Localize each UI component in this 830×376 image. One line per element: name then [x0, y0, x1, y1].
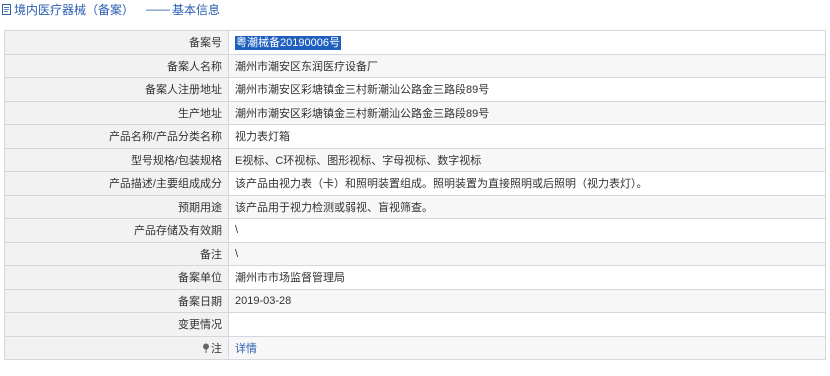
- row-value-record-number: 粤潮械备20190006号: [228, 30, 826, 55]
- pin-icon: [203, 343, 209, 353]
- row-value-product-name: 视力表灯箱: [228, 124, 826, 149]
- row-value-production-address: 潮州市潮安区彩塘镇金三村新潮汕公路金三路段89号: [228, 100, 826, 125]
- note-label-text: 注: [211, 342, 222, 355]
- table-row: 备案号 粤潮械备20190006号: [4, 30, 826, 55]
- table-row: 备注 \: [4, 241, 826, 266]
- table-row: 产品名称/产品分类名称 视力表灯箱: [4, 124, 826, 149]
- table-row: 注 详情: [4, 335, 826, 360]
- row-label-production-address: 生产地址: [4, 100, 229, 125]
- row-label-registered-address: 备案人注册地址: [4, 77, 229, 102]
- row-value-storage-validity: \: [228, 218, 826, 243]
- table-row: 备案单位 潮州市市场监督管理局: [4, 265, 826, 290]
- row-label-storage-validity: 产品存储及有效期: [4, 218, 229, 243]
- table-row: 产品存储及有效期 \: [4, 218, 826, 243]
- row-label-model-spec: 型号规格/包装规格: [4, 147, 229, 172]
- row-label-product-description: 产品描述/主要组成成分: [4, 171, 229, 196]
- page-title: 境内医疗器械（备案）: [14, 2, 135, 17]
- table-row: 备案人注册地址 潮州市潮安区彩塘镇金三村新潮汕公路金三路段89号: [4, 77, 826, 102]
- table-row: 备案人名称 潮州市潮安区东润医疗设备厂: [4, 53, 826, 78]
- row-value-filer-name: 潮州市潮安区东润医疗设备厂: [228, 53, 826, 78]
- row-value-registered-address: 潮州市潮安区彩塘镇金三村新潮汕公路金三路段89号: [228, 77, 826, 102]
- page-subtitle: 基本信息: [172, 2, 221, 17]
- row-label-note: 注: [4, 335, 229, 360]
- table-row: 变更情况: [4, 312, 826, 337]
- row-label-record-number: 备案号: [4, 30, 229, 55]
- details-link[interactable]: 详情: [235, 343, 257, 355]
- record-detail-table: 备案号 粤潮械备20190006号 备案人名称 潮州市潮安区东润医疗设备厂 备案…: [4, 30, 826, 360]
- row-value-filing-date: 2019-03-28: [228, 288, 826, 313]
- row-label-filer-name: 备案人名称: [4, 53, 229, 78]
- row-label-remarks: 备注: [4, 241, 229, 266]
- row-label-change-status: 变更情况: [4, 312, 229, 337]
- title-separator: ——: [146, 2, 171, 16]
- table-row: 生产地址 潮州市潮安区彩塘镇金三村新潮汕公路金三路段89号: [4, 100, 826, 125]
- row-value-change-status: [228, 312, 826, 337]
- selected-text: 粤潮械备20190006号: [235, 36, 341, 51]
- row-label-filing-authority: 备案单位: [4, 265, 229, 290]
- row-value-intended-use: 该产品用于视力检测或弱视、盲视筛查。: [228, 194, 826, 219]
- row-value-note: 详情: [228, 335, 826, 360]
- table-row: 备案日期 2019-03-28: [4, 288, 826, 313]
- table-row: 型号规格/包装规格 E视标、C环视标、图形视标、字母视标、数字视标: [4, 147, 826, 172]
- row-label-filing-date: 备案日期: [4, 288, 229, 313]
- page-header: 境内医疗器械（备案） —— 基本信息: [0, 0, 830, 18]
- row-label-intended-use: 预期用途: [4, 194, 229, 219]
- row-value-remarks: \: [228, 241, 826, 266]
- row-value-filing-authority: 潮州市市场监督管理局: [228, 265, 826, 290]
- table-row: 产品描述/主要组成成分 该产品由视力表（卡）和照明装置组成。照明装置为直接照明或…: [4, 171, 826, 196]
- table-row: 预期用途 该产品用于视力检测或弱视、盲视筛查。: [4, 194, 826, 219]
- row-value-product-description: 该产品由视力表（卡）和照明装置组成。照明装置为直接照明或后照明（视力表灯）。: [228, 171, 826, 196]
- row-label-product-name: 产品名称/产品分类名称: [4, 124, 229, 149]
- document-icon: [2, 3, 11, 15]
- row-value-model-spec: E视标、C环视标、图形视标、字母视标、数字视标: [228, 147, 826, 172]
